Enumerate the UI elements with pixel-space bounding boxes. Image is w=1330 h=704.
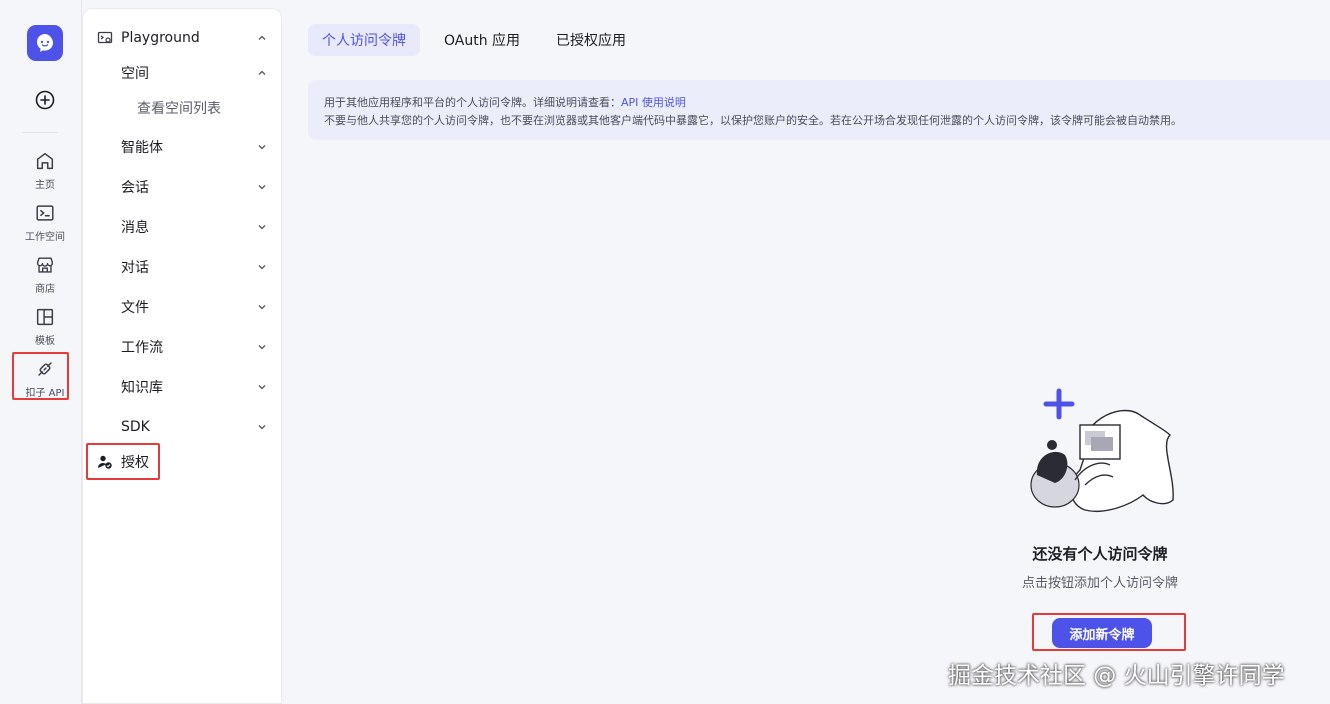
highlight-box-add bbox=[1032, 613, 1186, 651]
nav-item-label: 知识库 bbox=[121, 380, 163, 396]
nav-item-agent[interactable]: 智能体 bbox=[83, 132, 283, 162]
nav-item-label: 智能体 bbox=[121, 140, 163, 156]
rail-item-label: 主页 bbox=[35, 180, 55, 191]
nav-playground[interactable]: Playground bbox=[83, 23, 283, 53]
nav-item-label: 工作流 bbox=[121, 340, 163, 356]
empty-state-illustration bbox=[1030, 388, 1174, 512]
rail-item-store[interactable]: 商店 bbox=[0, 254, 90, 295]
nav-space[interactable]: 空间 bbox=[83, 58, 283, 88]
chevron-down-icon bbox=[258, 305, 266, 310]
nav-space-label: 空间 bbox=[121, 66, 149, 82]
store-icon bbox=[36, 257, 54, 273]
chevron-down-icon bbox=[258, 225, 266, 230]
chevron-down-icon bbox=[258, 265, 266, 270]
rail-item-templates[interactable]: 模板 bbox=[0, 306, 90, 347]
watermark-text: 掘金技术社区 @ 火山引擎许同学 bbox=[948, 663, 1285, 689]
nav-item-knowledge[interactable]: 知识库 bbox=[83, 372, 283, 402]
rail-divider bbox=[22, 132, 58, 133]
notice-line-1: 用于其他应用程序和平台的个人访问令牌。详细说明请查看：API 使用说明 bbox=[324, 94, 1322, 112]
app-logo[interactable] bbox=[27, 25, 63, 61]
chevron-up-icon bbox=[258, 35, 266, 40]
plus-circle-icon bbox=[35, 90, 55, 110]
empty-state-subtitle: 点击按钮添加个人访问令牌 bbox=[1021, 576, 1178, 591]
tab-authorized-apps[interactable]: 已授权应用 bbox=[542, 24, 640, 56]
nav-item-chat[interactable]: 对话 bbox=[83, 252, 283, 282]
tab-personal-token[interactable]: 个人访问令牌 bbox=[308, 24, 420, 56]
rail-item-workspace[interactable]: 工作空间 bbox=[0, 202, 90, 243]
nav-item-label: 会话 bbox=[121, 180, 149, 196]
nav-playground-label: Playground bbox=[121, 30, 200, 46]
nav-space-list-label: 查看空间列表 bbox=[137, 101, 221, 117]
chevron-down-icon bbox=[258, 145, 266, 150]
nav-item-conversation[interactable]: 会话 bbox=[83, 172, 283, 202]
notice-line-2: 不要与他人共享您的个人访问令牌，也不要在浏览器或其他客户端代码中暴露它，以保护您… bbox=[324, 114, 1182, 127]
chevron-down-icon bbox=[258, 385, 266, 390]
playground-icon bbox=[97, 31, 113, 44]
nav-item-label: SDK bbox=[121, 419, 150, 435]
empty-state-title: 还没有个人访问令牌 bbox=[1032, 545, 1168, 563]
home-icon bbox=[36, 152, 54, 170]
ghost-logo-icon bbox=[37, 34, 53, 52]
rail-item-label: 商店 bbox=[35, 284, 55, 295]
nav-item-file[interactable]: 文件 bbox=[83, 292, 283, 322]
template-icon bbox=[36, 308, 54, 326]
chevron-up-icon bbox=[258, 70, 266, 75]
chevron-down-icon bbox=[258, 425, 266, 430]
chevron-down-icon bbox=[258, 185, 266, 190]
tab-oauth-apps[interactable]: OAuth 应用 bbox=[430, 24, 534, 56]
terminal-icon bbox=[36, 205, 54, 221]
nav-item-message[interactable]: 消息 bbox=[83, 212, 283, 242]
rail-item-home[interactable]: 主页 bbox=[0, 150, 90, 191]
create-button[interactable] bbox=[33, 88, 57, 112]
nav-item-workflow[interactable]: 工作流 bbox=[83, 332, 283, 362]
nav-space-list[interactable]: 查看空间列表 bbox=[83, 93, 283, 123]
nav-item-label: 消息 bbox=[121, 220, 149, 236]
rail-item-label: 工作空间 bbox=[25, 232, 65, 243]
highlight-box-auth bbox=[86, 443, 160, 480]
nav-item-label: 对话 bbox=[121, 260, 149, 276]
docs-sidebar: Playground 空间 查看空间列表 智能体 会话 消息 对话 文件 工作流… bbox=[82, 8, 282, 704]
nav-item-sdk[interactable]: SDK bbox=[83, 412, 283, 442]
rail-item-label: 模板 bbox=[35, 336, 55, 347]
highlight-box-api bbox=[12, 352, 69, 400]
api-docs-link[interactable]: API 使用说明 bbox=[621, 96, 686, 109]
notice-text: 用于其他应用程序和平台的个人访问令牌。详细说明请查看： bbox=[324, 96, 621, 109]
left-rail: 主页 工作空间 商店 模板 扣子 API bbox=[0, 0, 82, 704]
info-notice: 用于其他应用程序和平台的个人访问令牌。详细说明请查看：API 使用说明 不要与他… bbox=[308, 80, 1330, 140]
nav-item-label: 文件 bbox=[121, 300, 149, 316]
chevron-down-icon bbox=[258, 345, 266, 350]
